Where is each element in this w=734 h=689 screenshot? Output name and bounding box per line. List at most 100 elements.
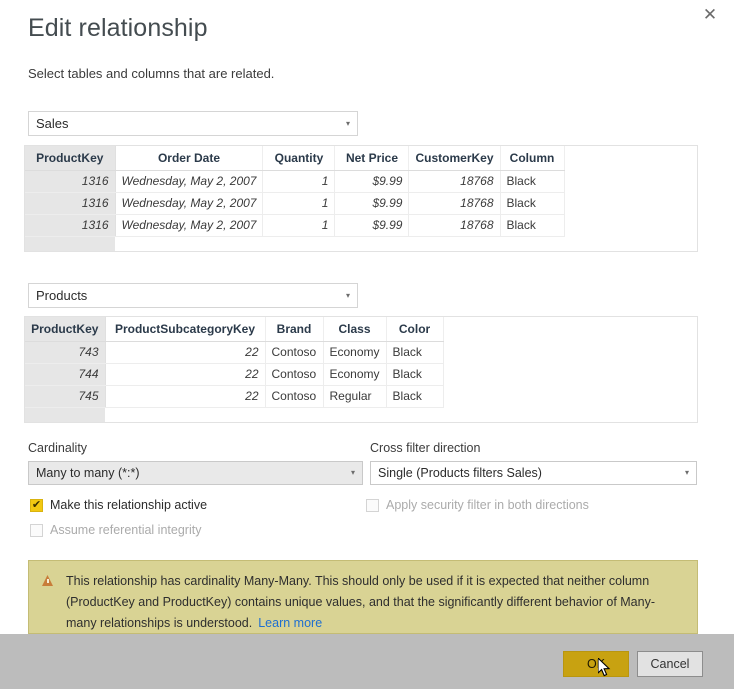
table-cell: Black	[500, 214, 565, 237]
table-sales: ProductKey Order Date Quantity Net Price Cus…	[25, 146, 565, 251]
column-header[interactable]: Net Price	[334, 146, 410, 171]
checkbox-box: ✔	[30, 498, 43, 512]
table-filler-cell	[265, 407, 323, 422]
table-filler-row	[25, 236, 565, 251]
table-cell: 1	[262, 170, 336, 193]
table-products: ProductKey ProductSubcategoryKey Brand Clas…	[25, 317, 444, 422]
column-header[interactable]: Brand	[265, 317, 324, 342]
warning-message-text: This relationship has cardinality Many-M…	[66, 574, 656, 630]
table-row: 1316 Wednesday, May 2, 2007 1 $9.99 18768 Bla…	[25, 214, 565, 237]
table-cell: Wednesday, May 2, 2007	[115, 170, 264, 193]
table-row: 744 22 Contoso Economy Black	[25, 363, 444, 386]
table-cell: Wednesday, May 2, 2007	[115, 214, 264, 237]
table-cell: 1316	[25, 170, 116, 193]
table-cell: 745	[25, 385, 106, 408]
table-row: 745 22 Contoso Regular Black	[25, 385, 444, 408]
chevron-down-icon: ▾	[684, 468, 689, 477]
apply-security-filter-label: Apply security filter in both directions	[386, 498, 589, 512]
edit-relationship-dialog: ✕ Edit relationship Select tables and co…	[0, 0, 734, 689]
table-cell: Economy	[323, 341, 387, 364]
warning-message: This relationship has cardinality Many-M…	[66, 571, 683, 634]
column-header[interactable]: ProductKey	[25, 317, 106, 342]
table-cell: Black	[386, 341, 444, 364]
table-cell: 22	[105, 385, 266, 408]
table-filler-cell	[323, 407, 387, 422]
column-header[interactable]: ProductKey	[25, 146, 116, 171]
checkbox-box	[366, 498, 379, 512]
column-header[interactable]: Class	[323, 317, 387, 342]
table-cell: 18768	[408, 170, 501, 193]
table-filler-cell	[115, 236, 263, 251]
column-header[interactable]: Quantity	[262, 146, 336, 171]
learn-more-link[interactable]: Learn more	[258, 616, 322, 630]
column-header[interactable]: ProductSubcategoryKey	[105, 317, 266, 342]
table-cell: 1	[262, 192, 336, 215]
table-cell: 744	[25, 363, 106, 386]
data-preview-grid-sales[interactable]: ProductKey Order Date Quantity Net Price Cus…	[24, 145, 698, 252]
table-cell: $9.99	[334, 170, 410, 193]
table-cell: Wednesday, May 2, 2007	[115, 192, 264, 215]
cancel-button[interactable]: Cancel	[637, 651, 703, 677]
table-row: 1316 Wednesday, May 2, 2007 1 $9.99 18768 Bla…	[25, 192, 565, 215]
table-select-products[interactable]: Products ▾	[28, 283, 358, 308]
table-cell: Black	[500, 192, 565, 215]
column-header[interactable]: Order Date	[115, 146, 264, 171]
table-cell: 22	[105, 341, 266, 364]
data-preview-grid-products[interactable]: ProductKey ProductSubcategoryKey Brand Clas…	[24, 316, 698, 423]
table-filler-cell	[105, 407, 265, 422]
cardinality-value: Many to many (*:*)	[36, 466, 140, 480]
check-icon: ✔	[31, 498, 42, 511]
table-cell: 18768	[408, 192, 501, 215]
table-filler-row	[25, 407, 444, 422]
cardinality-label: Cardinality	[28, 441, 88, 455]
table-filler-cell	[262, 236, 335, 251]
table-cell: 1316	[25, 214, 116, 237]
table-cell: Contoso	[265, 385, 324, 408]
table-header-row: ProductKey Order Date Quantity Net Price Cus…	[25, 146, 565, 171]
chevron-down-icon: ▾	[345, 118, 350, 128]
cross-filter-direction-label: Cross filter direction	[370, 441, 481, 455]
warning-banner: This relationship has cardinality Many-M…	[28, 560, 698, 634]
make-relationship-active-checkbox[interactable]: ✔ Make this relationship active	[30, 498, 207, 512]
make-relationship-active-label: Make this relationship active	[50, 498, 208, 512]
table-cell: Contoso	[265, 341, 324, 364]
table-cell: Regular	[323, 385, 387, 408]
table-filler-cell	[25, 236, 115, 251]
warning-icon	[42, 575, 53, 586]
cardinality-select[interactable]: Many to many (*:*) ▾	[28, 461, 363, 485]
table-cell: $9.99	[334, 192, 410, 215]
column-header[interactable]: Column	[500, 146, 565, 171]
table-row: 743 22 Contoso Economy Black	[25, 341, 444, 364]
page-title: Edit relationship	[28, 14, 208, 42]
close-icon[interactable]: ✕	[696, 2, 724, 28]
table-cell: 743	[25, 341, 106, 364]
column-header[interactable]: Color	[386, 317, 444, 342]
table-filler-cell	[386, 407, 444, 422]
table-cell: 1	[262, 214, 336, 237]
column-header[interactable]: CustomerKey	[408, 146, 501, 171]
table-filler-cell	[500, 236, 565, 251]
table-cell: 18768	[408, 214, 501, 237]
table-filler-cell	[334, 236, 409, 251]
table-cell: 1316	[25, 192, 116, 215]
table-cell: Black	[386, 363, 444, 386]
cross-filter-direction-select[interactable]: Single (Products filters Sales) ▾	[370, 461, 697, 485]
cross-filter-direction-value: Single (Products filters Sales)	[378, 466, 542, 480]
table-row: 1316 Wednesday, May 2, 2007 1 $9.99 18768 Bla…	[25, 170, 565, 193]
assume-referential-integrity-checkbox[interactable]: Assume referential integrity	[30, 523, 201, 537]
table-select-products-value: Products	[36, 288, 88, 303]
table-select-sales-value: Sales	[36, 116, 69, 131]
apply-security-filter-checkbox[interactable]: Apply security filter in both directions	[366, 498, 589, 512]
checkbox-box	[30, 523, 43, 537]
assume-referential-integrity-label: Assume referential integrity	[50, 523, 202, 537]
table-cell: 22	[105, 363, 266, 386]
table-header-row: ProductKey ProductSubcategoryKey Brand Clas…	[25, 317, 444, 342]
table-cell: Economy	[323, 363, 387, 386]
table-cell: Contoso	[265, 363, 324, 386]
ok-button[interactable]: OK	[563, 651, 629, 677]
table-cell: Black	[500, 170, 565, 193]
table-select-sales[interactable]: Sales ▾	[28, 111, 358, 136]
chevron-down-icon: ▾	[350, 468, 355, 477]
table-cell: $9.99	[334, 214, 410, 237]
table-filler-cell	[408, 236, 501, 251]
